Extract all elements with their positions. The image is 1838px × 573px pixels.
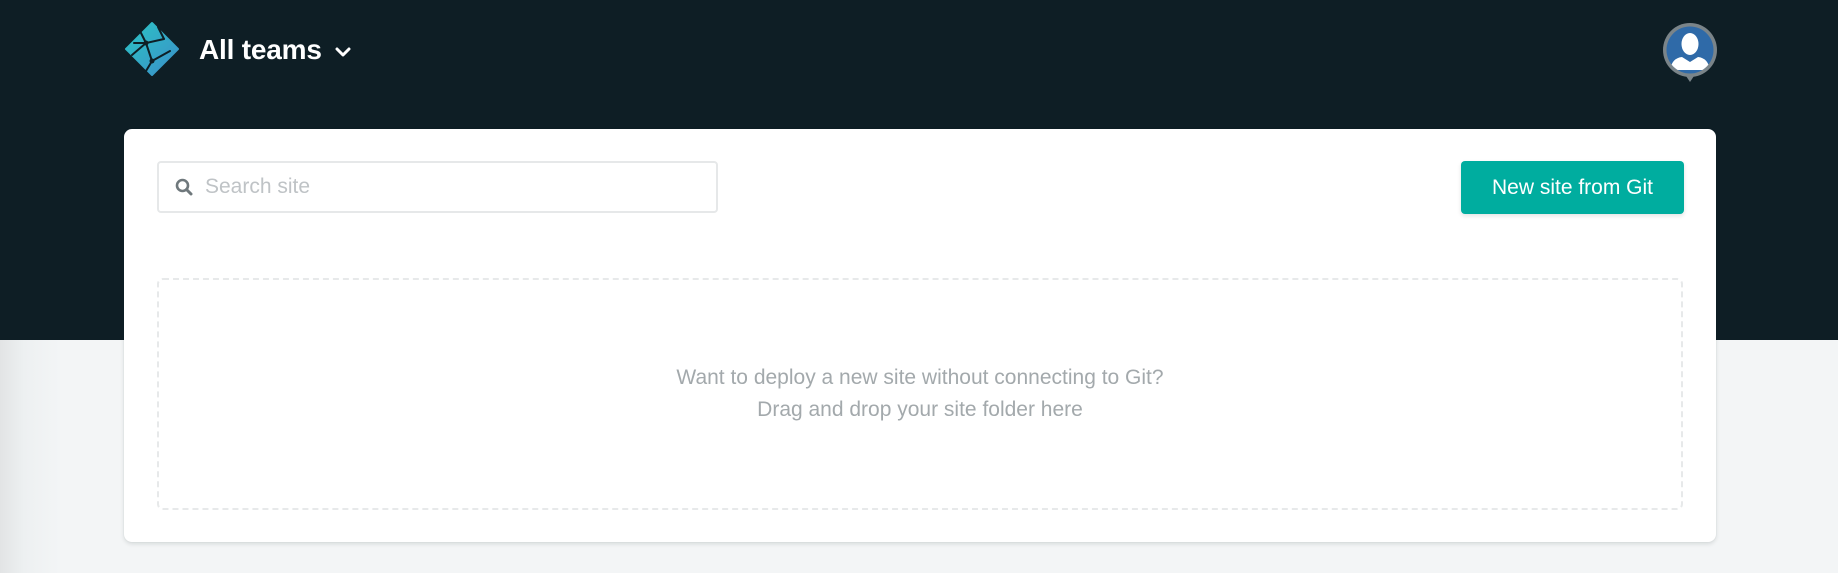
search-input[interactable]: [205, 175, 705, 199]
drag-and-drop-zone[interactable]: Want to deploy a new site without connec…: [157, 278, 1683, 510]
team-switcher[interactable]: All teams: [199, 30, 351, 70]
dropzone-prompt: Want to deploy a new site without connec…: [676, 366, 1164, 389]
page: All teams Search site New site from Git …: [0, 0, 1838, 573]
user-avatar-button[interactable]: [1662, 22, 1718, 84]
team-switcher-label: All teams: [199, 34, 322, 65]
dropzone-instruction: Drag and drop your site folder here: [757, 398, 1083, 421]
sites-card: New site from Git Want to deploy a new s…: [124, 129, 1716, 542]
chevron-down-icon: [335, 47, 351, 57]
user-avatar-icon: [1663, 23, 1717, 82]
left-edge-shadow: [0, 340, 60, 573]
netlify-logo-icon[interactable]: [124, 21, 180, 77]
search-icon: [175, 178, 193, 196]
search-field[interactable]: [157, 161, 718, 213]
new-site-from-git-button[interactable]: New site from Git: [1461, 161, 1684, 214]
